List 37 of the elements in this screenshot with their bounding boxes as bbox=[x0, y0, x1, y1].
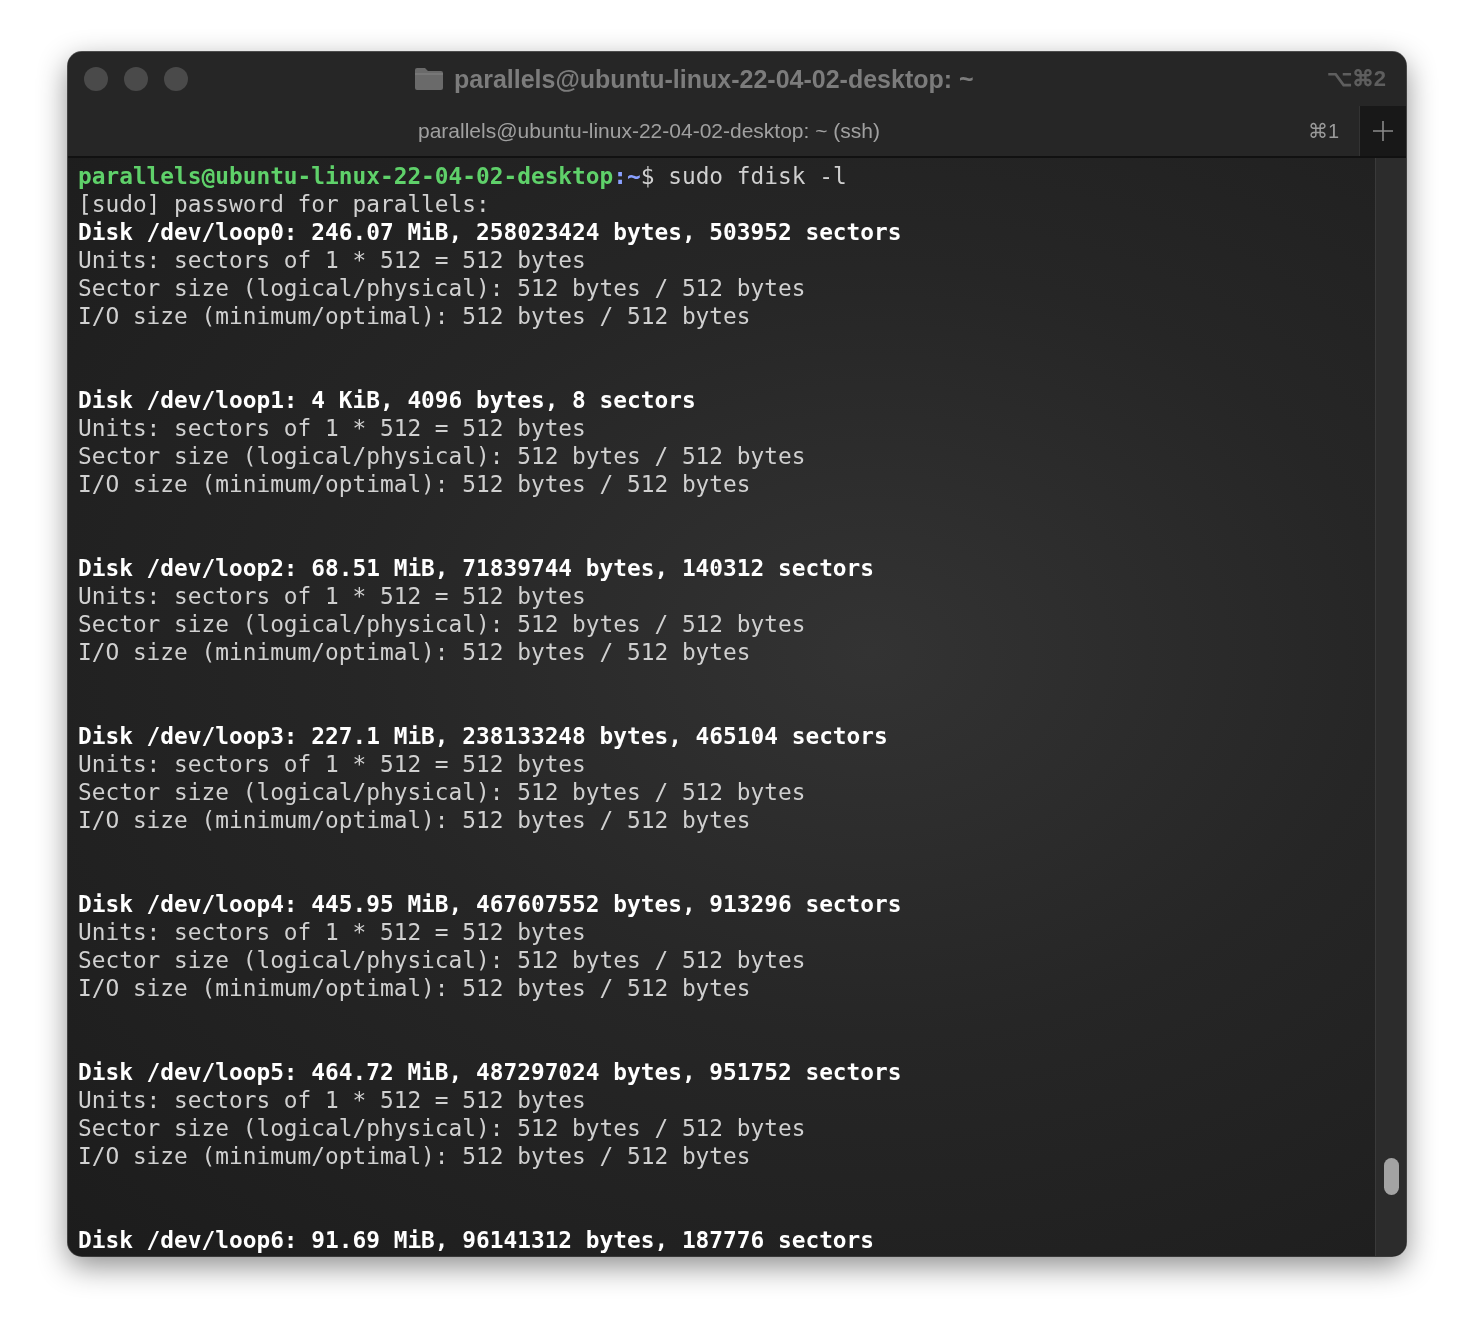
new-tab-button[interactable] bbox=[1359, 106, 1406, 156]
output-line: I/O size (minimum/optimal): 512 bytes / 512 bytes bbox=[78, 806, 752, 834]
minimize-button[interactable] bbox=[124, 67, 148, 91]
prompt-line: parallels@ubuntu-linux-22-04-02-desktop:~$ sudo fdisk -l bbox=[78, 162, 848, 190]
output-line: Units: sectors of 1 * 512 = 512 bytes bbox=[78, 414, 587, 442]
folder-icon bbox=[414, 67, 444, 91]
output-line: Disk /dev/loop1: 4 KiB, 4096 bytes, 8 sectors bbox=[78, 386, 697, 414]
output-line: Units: sectors of 1 * 512 = 512 bytes bbox=[78, 918, 587, 946]
output-line: Units: sectors of 1 * 512 = 512 bytes bbox=[78, 1086, 587, 1114]
output-line: Sector size (logical/physical): 512 bytes / 512 bytes bbox=[78, 778, 807, 806]
output-line: Units: sectors of 1 * 512 = 512 bytes bbox=[78, 246, 587, 274]
output-line: Sector size (logical/physical): 512 bytes / 512 bytes bbox=[78, 274, 807, 302]
output-line: Sector size (logical/physical): 512 bytes / 512 bytes bbox=[78, 1114, 807, 1142]
output-line: Disk /dev/loop0: 246.07 MiB, 258023424 bytes, 503952 sectors bbox=[78, 218, 903, 246]
output-line: Units: sectors of 1 * 512 = 512 bytes bbox=[78, 582, 587, 610]
output-line: Sector size (logical/physical): 512 bytes / 512 bytes bbox=[78, 610, 807, 638]
output-line: I/O size (minimum/optimal): 512 bytes / 512 bytes bbox=[78, 302, 752, 330]
zoom-button[interactable] bbox=[164, 67, 188, 91]
output-line: Units: sectors of 1 * 512 = 512 bytes bbox=[78, 750, 587, 778]
output-line: Disk /dev/loop4: 445.95 MiB, 467607552 bytes, 913296 sectors bbox=[78, 890, 903, 918]
output-line: Disk /dev/loop3: 227.1 MiB, 238133248 bytes, 465104 sectors bbox=[78, 722, 889, 750]
output-line: Disk /dev/loop2: 68.51 MiB, 71839744 bytes, 140312 sectors bbox=[78, 554, 876, 582]
window-shortcut: ⌥⌘2 bbox=[1326, 66, 1386, 92]
output-line: [sudo] password for parallels: bbox=[78, 190, 491, 218]
output-line: Sector size (logical/physical): 512 bytes / 512 bytes bbox=[78, 442, 807, 470]
window-title: parallels@ubuntu-linux-22-04-02-desktop: ~ bbox=[454, 64, 974, 94]
output-line: I/O size (minimum/optimal): 512 bytes / 512 bytes bbox=[78, 974, 752, 1002]
output-line: I/O size (minimum/optimal): 512 bytes / 512 bytes bbox=[78, 638, 752, 666]
output-line: Sector size (logical/physical): 512 bytes / 512 bytes bbox=[78, 946, 807, 974]
scrollbar-thumb[interactable] bbox=[1384, 1158, 1399, 1195]
output-line: I/O size (minimum/optimal): 512 bytes / 512 bytes bbox=[78, 470, 752, 498]
close-button[interactable] bbox=[84, 67, 108, 91]
output-line: Disk /dev/loop6: 91.69 MiB, 96141312 bytes, 187776 sectors bbox=[78, 1226, 876, 1254]
tab[interactable]: parallels@ubuntu-linux-22-04-02-desktop: ~ (ssh) ⌘1 bbox=[68, 106, 1359, 156]
output-line: I/O size (minimum/optimal): 512 bytes / 512 bytes bbox=[78, 1142, 752, 1170]
output-line: Disk /dev/loop5: 464.72 MiB, 487297024 bytes, 951752 sectors bbox=[78, 1058, 903, 1086]
plus-icon bbox=[1372, 120, 1394, 142]
